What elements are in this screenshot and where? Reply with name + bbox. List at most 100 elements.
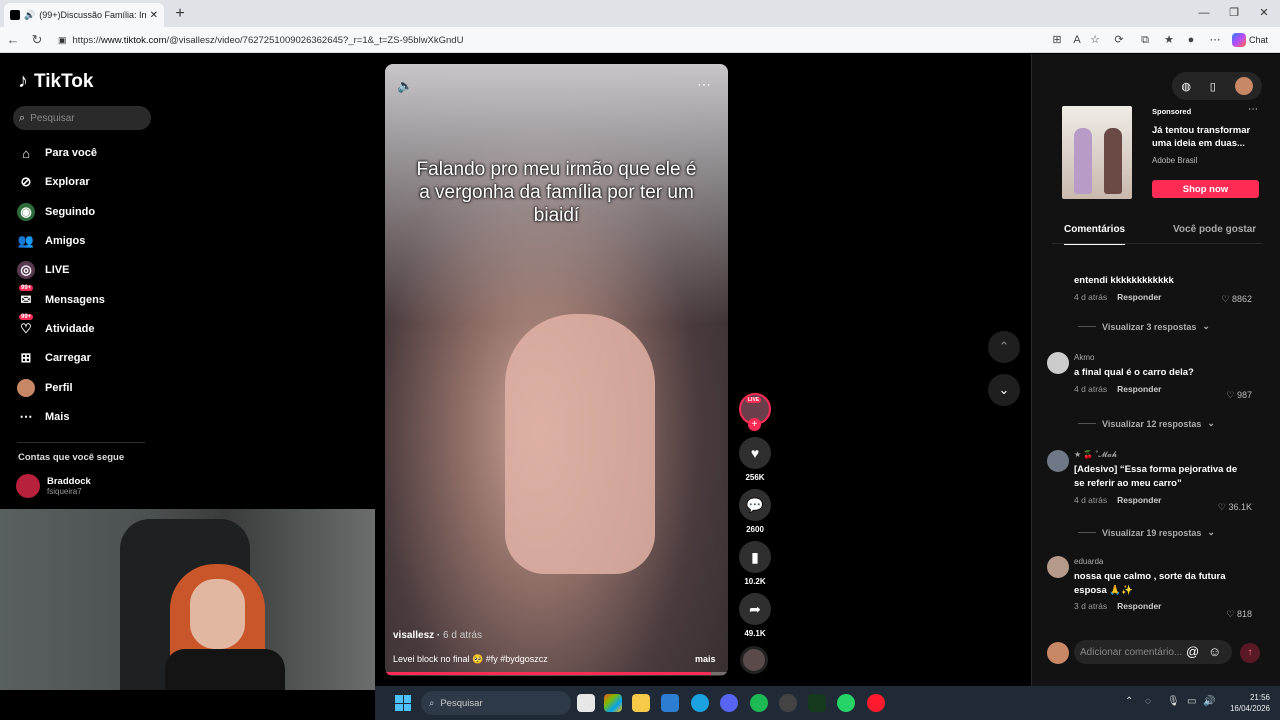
tab-comments[interactable]: Comentários	[1064, 224, 1126, 245]
url-field[interactable]: ▣ https://www.tiktok.com/@visallesz/vide…	[50, 30, 1050, 50]
sidebar-item-carregar[interactable]: ⊞ Carregar	[17, 346, 91, 370]
split-screen-icon[interactable]: ⧉	[1136, 32, 1154, 48]
view-replies-button[interactable]: Visualizar 3 respostas ⌄	[1078, 321, 1210, 332]
tray-network-icon[interactable]: ◌	[1145, 696, 1151, 707]
more-icon: ⋯	[19, 409, 33, 424]
commenter-avatar[interactable]	[1047, 556, 1069, 578]
coin-icon[interactable]: ◍	[1181, 80, 1191, 93]
share-action[interactable]: ➦ 49.1K	[738, 593, 772, 638]
taskbar-search[interactable]: ⌕ Pesquisar	[421, 691, 571, 715]
tray-chevron-icon[interactable]: ⌃	[1125, 696, 1133, 707]
spotify-icon[interactable]	[750, 694, 768, 712]
reply-button[interactable]: Responder	[1117, 384, 1161, 394]
copilot-chat-button[interactable]: Chat	[1232, 31, 1268, 49]
sidebar-item-atividade[interactable]: ♡ 99+ Atividade	[17, 314, 95, 341]
ad-thumbnail[interactable]	[1062, 106, 1132, 199]
send-comment-button[interactable]: ↑	[1240, 643, 1260, 663]
like-action[interactable]: ♥ 256K	[738, 437, 772, 482]
search-icon: ⌕	[429, 697, 435, 709]
close-window-button[interactable]: ✕	[1250, 4, 1278, 22]
video-more-icon[interactable]: ⋯	[697, 76, 711, 93]
sidebar-item-live[interactable]: ◎ LIVE	[17, 258, 69, 282]
comment-user[interactable]: Akmo	[1074, 353, 1249, 362]
commenter-avatar[interactable]	[1047, 450, 1069, 472]
tray-mic-icon[interactable]: 🎙	[1167, 696, 1180, 707]
comment-user[interactable]: eduarda	[1074, 557, 1249, 566]
mention-icon[interactable]: @	[1186, 644, 1199, 659]
shop-now-button[interactable]: Shop now	[1152, 180, 1259, 198]
follow-button[interactable]: +	[748, 418, 761, 431]
comment-action[interactable]: 💬 2600	[738, 489, 772, 534]
more-menu-icon[interactable]: ⋯	[1206, 32, 1224, 48]
reply-button[interactable]: Responder	[1117, 495, 1161, 505]
favorites-icon[interactable]: ★	[1160, 32, 1178, 48]
opera-icon[interactable]	[867, 694, 885, 712]
tiktok-logo[interactable]: ♪ TikTok	[18, 70, 93, 93]
home-icon: ⌂	[22, 145, 30, 161]
extensions-icon[interactable]: ⟳	[1110, 32, 1128, 48]
video-more-link[interactable]: mais	[695, 654, 716, 664]
next-video-button[interactable]: ⌄	[988, 374, 1020, 406]
reply-button[interactable]: Responder	[1117, 292, 1161, 302]
sidebar-item-mensagens[interactable]: ✉ 99+ Mensagens	[17, 285, 105, 312]
sidebar-item-amigos[interactable]: 👥 Amigos	[17, 229, 85, 253]
restore-button[interactable]: ❐	[1220, 4, 1248, 22]
commenter-avatar[interactable]	[1047, 352, 1069, 374]
user-avatar[interactable]	[1234, 77, 1253, 95]
save-action[interactable]: ▮ 10.2K	[738, 541, 772, 586]
translate-icon[interactable]: A	[1068, 32, 1086, 48]
sidebar-item-perfil[interactable]: Perfil	[17, 376, 73, 400]
volume-icon[interactable]: 🔈	[397, 78, 413, 94]
browser-tab[interactable]: 🔊 (99+)Discussão Família: Irmão ✕	[4, 3, 164, 27]
taskbar-clock[interactable]: 21:56 16/04/2026	[1220, 692, 1270, 714]
followed-account[interactable]: Braddock fsiqueira7	[16, 474, 91, 498]
sidebar-item-seguindo[interactable]: ◉ Seguindo	[17, 200, 95, 224]
previous-video-button[interactable]: ⌃	[988, 331, 1020, 363]
video-author[interactable]: visallesz	[393, 630, 434, 641]
file-explorer-icon[interactable]	[632, 694, 650, 712]
new-tab-button[interactable]: +	[170, 4, 190, 24]
emoji-icon[interactable]: ☺	[1208, 644, 1221, 659]
speaker-icon[interactable]: 🔊	[24, 10, 35, 21]
sidebar-item-mais[interactable]: ⋯ Mais	[17, 405, 70, 429]
music-disc[interactable]	[740, 646, 768, 674]
search-input[interactable]: ⌕ Pesquisar	[13, 106, 151, 130]
close-tab-icon[interactable]: ✕	[150, 10, 158, 21]
discord-icon[interactable]	[720, 694, 738, 712]
whatsapp-icon[interactable]	[837, 694, 855, 712]
tray-display-icon[interactable]: ▭	[1187, 696, 1196, 707]
profile-avatar-icon[interactable]: ●	[1182, 32, 1200, 48]
favorite-star-icon[interactable]: ☆	[1086, 32, 1104, 48]
edge-icon[interactable]	[691, 694, 709, 712]
device-icon[interactable]: ▯	[1210, 80, 1216, 93]
app-icon[interactable]: ⊞	[1048, 32, 1066, 48]
copilot-app-icon[interactable]	[604, 694, 622, 712]
comment-like[interactable]: ♡ 987	[1192, 390, 1252, 401]
back-button[interactable]: ←	[2, 30, 24, 50]
tray-volume-icon[interactable]: 🔊	[1203, 696, 1215, 707]
site-info-icon[interactable]: ▣	[58, 35, 67, 46]
video-progress-bar[interactable]	[385, 672, 728, 675]
ad-more-icon[interactable]: ⋯	[1248, 104, 1258, 115]
view-replies-button[interactable]: Visualizar 12 respostas ⌄	[1078, 418, 1215, 429]
comment-like[interactable]: ♡ 818	[1192, 609, 1252, 620]
reply-button[interactable]: Responder	[1117, 601, 1161, 611]
video-player[interactable]: 🔈 ⋯ Falando pro meu irmão que ele é a ve…	[385, 64, 728, 676]
comment-like[interactable]: ♡ 36.1K	[1192, 502, 1252, 513]
view-replies-button[interactable]: Visualizar 19 respostas ⌄	[1078, 527, 1215, 538]
sidebar-item-explorar[interactable]: ⊘ Explorar	[17, 170, 90, 194]
comment-like[interactable]: ♡ 8862	[1192, 294, 1252, 305]
view-replies-label: Visualizar 12 respostas	[1102, 418, 1202, 429]
reload-button[interactable]: ↻	[26, 30, 48, 50]
following-icon: ◉	[17, 203, 35, 221]
ad-title[interactable]: Já tentou transformar uma ideia em duas.…	[1152, 125, 1262, 151]
obs-icon[interactable]	[779, 694, 797, 712]
windows-start-icon[interactable]	[395, 695, 411, 711]
minimize-button[interactable]: —	[1190, 4, 1218, 22]
streaming-app-icon[interactable]	[808, 694, 826, 712]
sidebar-item-para-voce[interactable]: ⌂ Para você	[17, 141, 97, 165]
tab-recommend[interactable]: Você pode gostar	[1173, 224, 1256, 243]
task-view-icon[interactable]	[577, 694, 595, 712]
store-icon[interactable]	[661, 694, 679, 712]
comment-user[interactable]: ★ 🍒 ˚𝓜𝓪𝓱	[1074, 450, 1249, 460]
